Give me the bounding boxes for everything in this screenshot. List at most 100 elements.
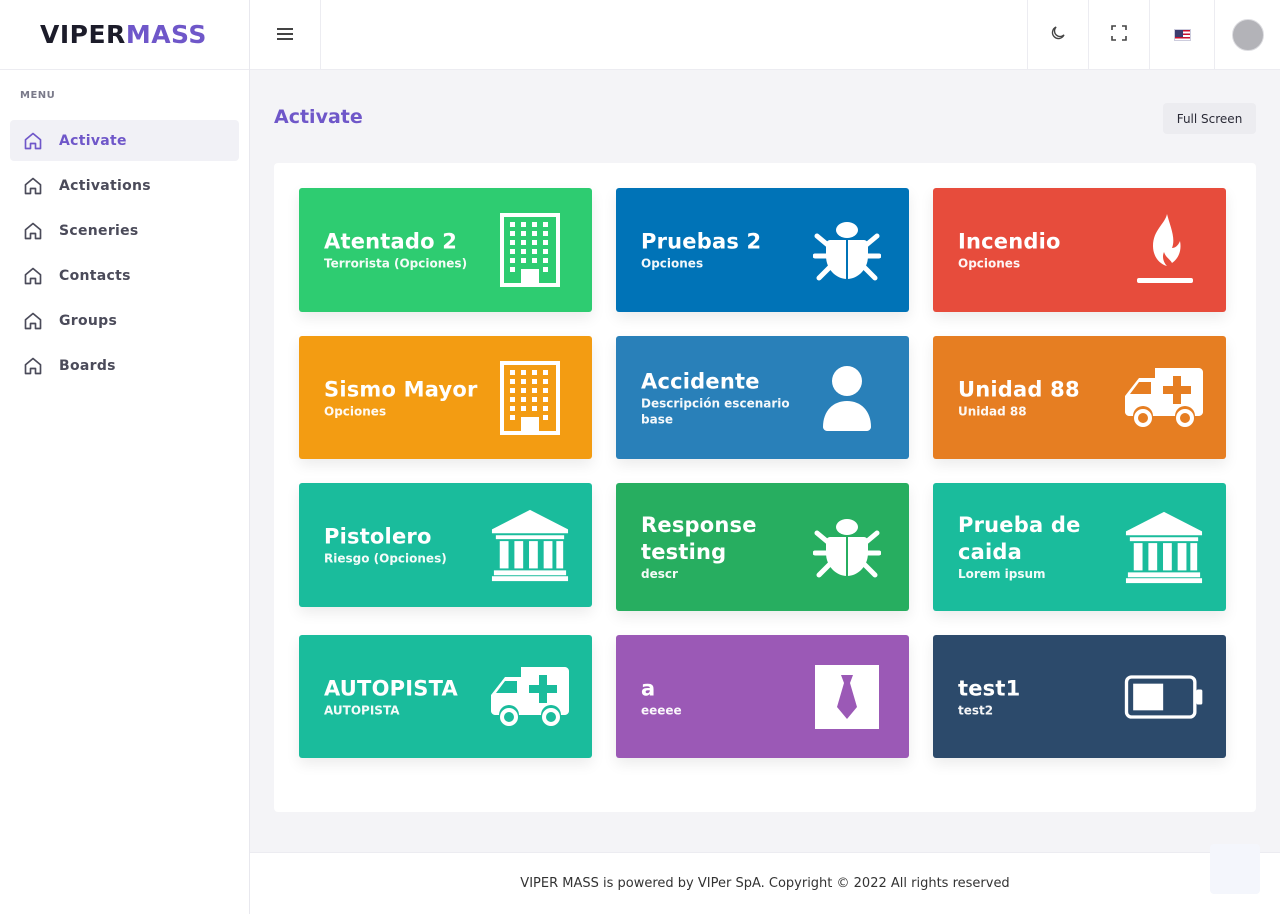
brand-part2: MASS [125,20,207,49]
home-icon [23,221,43,241]
scenario-tile[interactable]: Atentado 2 Terrorista (Opciones) [299,188,592,312]
tile-title: Sismo Mayor [324,377,478,401]
tile-title: Accidente [641,369,760,393]
bank-icon [490,505,570,585]
tile-title: Pistolero [324,524,432,549]
home-icon [23,356,43,376]
sidebar-item-activate[interactable]: Activate [10,120,239,161]
tile-title: a [641,676,656,700]
tile-title: Pruebas 2 [641,229,762,254]
brand-logo[interactable]: VIPERMASS [40,20,207,49]
sidebar: VIPERMASS MENU Activate Activations Scen… [0,0,250,914]
tile-title: Response testing [641,513,757,564]
scenario-tile[interactable]: a eeeee [616,635,909,758]
bank-icon [1124,507,1204,587]
tile-text: Incendio Opciones [958,229,1116,272]
scenario-tile[interactable]: Incendio Opciones [933,188,1226,312]
user-menu-button[interactable] [1214,0,1280,70]
scenario-tile[interactable]: Sismo Mayor Opciones [299,336,592,459]
sidebar-item-activations[interactable]: Activations [10,165,239,206]
building-icon [490,210,570,290]
tile-text: Atentado 2 Terrorista (Opciones) [324,229,482,272]
tile-text: Prueba de caida Lorem ipsum [958,512,1116,582]
home-icon [23,176,43,196]
sidebar-item-label: Groups [59,312,118,329]
tile-text: test1 test2 [958,675,1116,718]
home-icon [23,311,43,331]
theme-toggle-button[interactable] [1027,0,1088,70]
battery-icon [1124,657,1204,737]
sidebar-item-sceneries[interactable]: Sceneries [10,210,239,251]
full-screen-button[interactable]: Full Screen [1163,103,1256,134]
home-icon [23,266,43,286]
tile-text: Unidad 88 Unidad 88 [958,376,1116,419]
tile-text: a eeeee [641,675,799,718]
tile-subtitle: Unidad 88 [958,404,1027,418]
hamburger-icon [277,26,293,45]
menu-title: MENU [20,90,56,101]
scenario-tile[interactable]: Pistolero Riesgo (Opciones) [299,483,592,607]
user-avatar [1231,19,1264,51]
sidebar-item-label: Activate [59,132,127,149]
footer-text: VIPER MASS is powered by VIPer SpA. Copy… [520,876,1010,891]
ambulance-icon [1124,358,1204,438]
tile-subtitle: Descripción escenario base [641,396,790,426]
tile-title: Atentado 2 [324,229,458,254]
sidebar-item-label: Activations [59,177,151,194]
tie-icon [807,657,887,737]
scenario-tile[interactable]: Accidente Descripción escenario base [616,336,909,459]
user-icon [807,358,887,438]
tile-subtitle: eeeee [641,703,682,717]
logo-area: VIPERMASS [0,0,249,70]
scenario-tile[interactable]: Response testing descr [616,483,909,611]
tile-text: Response testing descr [641,512,799,582]
sidebar-item-groups[interactable]: Groups [10,300,239,341]
tile-text: Pistolero Riesgo (Opciones) [324,524,482,567]
tile-text: Accidente Descripción escenario base [641,368,799,427]
sidebar-item-contacts[interactable]: Contacts [10,255,239,296]
tile-subtitle: Riesgo (Opciones) [324,551,447,566]
scenario-tile[interactable]: Pruebas 2 Opciones [616,188,909,312]
tile-subtitle: test2 [958,703,994,717]
tile-title: AUTOPISTA [324,676,458,700]
building-icon [490,358,570,438]
tile-text: Sismo Mayor Opciones [324,376,482,419]
tile-subtitle: Opciones [324,404,387,418]
fire-icon [1124,210,1204,290]
home-icon [23,131,43,151]
sidebar-nav: Activate Activations Sceneries Contacts … [0,120,249,386]
expand-icon [1111,25,1127,45]
bug-icon [807,507,887,587]
scenario-tile[interactable]: Prueba de caida Lorem ipsum [933,483,1226,611]
tile-text: AUTOPISTA AUTOPISTA [324,675,482,718]
tile-title: test1 [958,676,1021,700]
tile-text: Pruebas 2 Opciones [641,229,799,272]
top-header [250,0,1280,70]
tile-title: Incendio [958,229,1061,254]
us-flag-icon [1173,29,1191,41]
ambulance-icon [490,657,570,737]
moon-icon [1049,24,1067,46]
brand-part1: VIPER [40,20,126,49]
page-title: Activate [274,106,363,128]
scenario-tile[interactable]: AUTOPISTA AUTOPISTA [299,635,592,758]
tile-subtitle: Opciones [641,256,704,271]
scenario-tile[interactable]: test1 test2 [933,635,1226,758]
menu-toggle-button[interactable] [250,0,321,70]
language-selector[interactable] [1149,0,1214,70]
tile-subtitle: Terrorista (Opciones) [324,256,468,271]
tile-title: Prueba de caida [958,513,1081,564]
tile-subtitle: Lorem ipsum [958,567,1046,581]
scenario-tile[interactable]: Unidad 88 Unidad 88 [933,336,1226,459]
sidebar-item-label: Boards [59,357,116,374]
tile-title: Unidad 88 [958,377,1080,401]
sidebar-item-label: Contacts [59,267,131,284]
fullscreen-toggle-button[interactable] [1088,0,1149,70]
tile-subtitle: Opciones [958,256,1021,271]
sidebar-item-label: Sceneries [59,222,139,239]
footer: VIPER MASS is powered by VIPer SpA. Copy… [250,852,1280,914]
sidebar-item-boards[interactable]: Boards [10,345,239,386]
tile-subtitle: descr [641,567,678,581]
tile-subtitle: AUTOPISTA [324,703,400,717]
back-to-top-button[interactable] [1210,844,1260,894]
